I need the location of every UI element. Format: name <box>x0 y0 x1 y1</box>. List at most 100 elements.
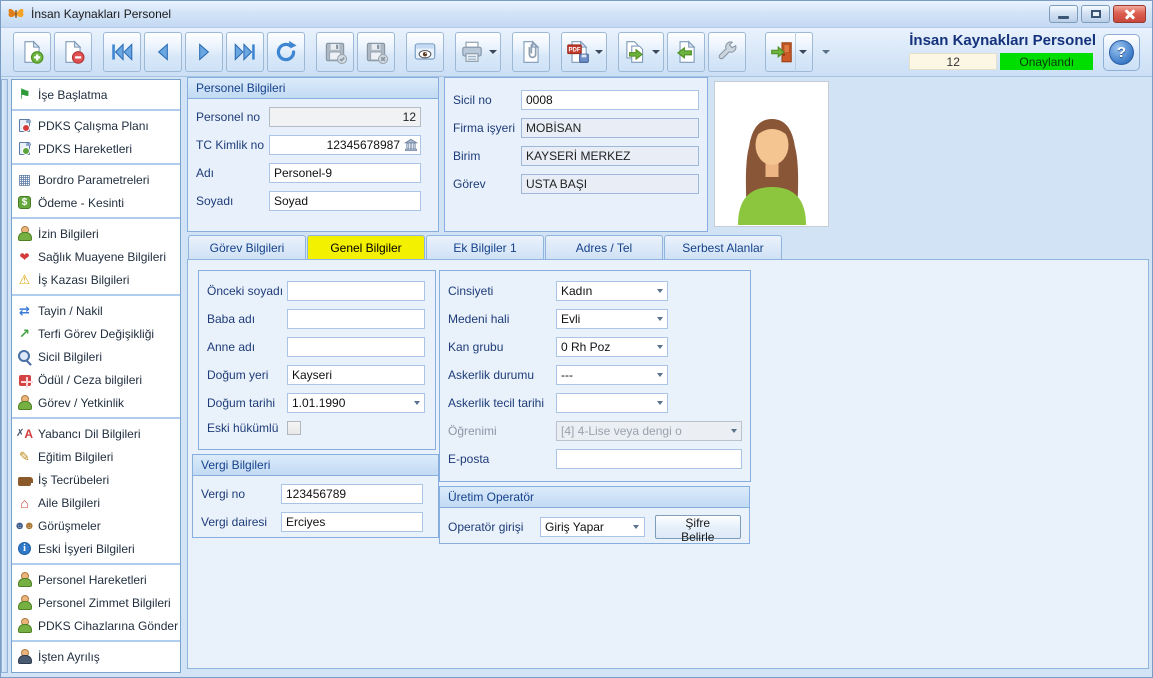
ogrenimi-select: [4] 4-Lise veya dengi o <box>556 421 742 441</box>
delete-record-button[interactable] <box>54 32 92 72</box>
vergi-dairesi-label: Vergi dairesi <box>201 515 281 529</box>
attachment-button[interactable] <box>512 32 550 72</box>
export-button[interactable] <box>618 32 664 72</box>
uretim-operator-header: Üretim Operatör <box>440 487 749 508</box>
sidebar-item-tayin-nakil[interactable]: Tayin / Nakil <box>12 299 180 322</box>
bank-building-icon[interactable] <box>404 138 418 152</box>
refresh-button[interactable] <box>267 32 305 72</box>
new-record-button[interactable] <box>13 32 51 72</box>
vergi-dairesi-input[interactable] <box>281 512 423 532</box>
soyadi-label: Soyadı <box>196 194 269 208</box>
last-record-button[interactable] <box>226 32 264 72</box>
pdf-dropdown-icon[interactable] <box>595 50 603 54</box>
adi-input[interactable] <box>269 163 421 183</box>
sidebar-item-ise-baslatma[interactable]: İşe Başlatma <box>12 83 180 106</box>
sidebar-group: Personel Hareketleri Personel Zimmet Bil… <box>12 565 180 642</box>
anne-adi-label: Anne adı <box>207 340 287 354</box>
sidebar-item-odul-ceza-bilgileri[interactable]: Ödül / Ceza bilgileri <box>12 368 180 391</box>
sidebar-item-egitim-bilgileri[interactable]: Eğitim Bilgileri <box>12 445 180 468</box>
dogum-tarihi-datepicker[interactable]: 1.01.1990 <box>287 393 425 413</box>
question-mark-icon: ? <box>1109 40 1134 65</box>
sidebar-item-saglik-muayene-bilgileri[interactable]: Sağlık Muayene Bilgileri <box>12 245 180 268</box>
sidebar-item-isten-ayrilis[interactable]: İşten Ayrılış <box>12 645 180 668</box>
tc-kimlik-input[interactable] <box>269 135 421 155</box>
tab-serbest-alanlar[interactable]: Serbest Alanlar <box>664 235 782 259</box>
askerlik-durumu-label: Askerlik durumu <box>448 368 556 382</box>
gorev-label: Görev <box>453 177 521 191</box>
sifre-belirle-button[interactable]: Şifre Belirle <box>655 515 741 539</box>
firma-isyeri-input <box>521 118 699 138</box>
sidebar-item-personel-hareketleri[interactable]: Personel Hareketleri <box>12 568 180 591</box>
eski-hukumlu-checkbox <box>287 421 301 435</box>
sidebar-item-pdks-hareketleri[interactable]: PDKS Hareketleri <box>12 137 180 160</box>
birim-label: Birim <box>453 149 521 163</box>
cinsiyeti-label: Cinsiyeti <box>448 284 556 298</box>
sidebar-item-yabanci-dil-bilgileri[interactable]: Yabancı Dil Bilgileri <box>12 422 180 445</box>
onceki-soyadi-input[interactable] <box>287 281 425 301</box>
anne-adi-input[interactable] <box>287 337 425 357</box>
help-button[interactable]: ? <box>1103 34 1140 71</box>
sidebar-item-sicil-bilgileri[interactable]: Sicil Bilgileri <box>12 345 180 368</box>
sidebar-item-izin-bilgileri[interactable]: İzin Bilgileri <box>12 222 180 245</box>
vergi-no-input[interactable] <box>281 484 423 504</box>
medeni-hali-select[interactable]: Evli <box>556 309 668 329</box>
settings-button[interactable] <box>708 32 746 72</box>
previous-record-button[interactable] <box>144 32 182 72</box>
dogum-yeri-input[interactable] <box>287 365 425 385</box>
soyadi-input[interactable] <box>269 191 421 211</box>
toolbar-overflow-icon[interactable] <box>822 50 830 54</box>
sidebar-item-pdks-calisma-plani[interactable]: PDKS Çalışma Planı <box>12 114 180 137</box>
sicil-no-input[interactable] <box>521 90 699 110</box>
askerlik-durumu-select[interactable]: --- <box>556 365 668 385</box>
sidebar-item-is-kazasi-bilgileri[interactable]: İş Kazası Bilgileri <box>12 268 180 291</box>
cinsiyeti-select[interactable]: Kadın <box>556 281 668 301</box>
female-avatar-icon <box>722 106 822 226</box>
person-icon <box>16 395 33 411</box>
close-button[interactable] <box>1113 5 1146 23</box>
kan-grubu-label: Kan grubu <box>448 340 556 354</box>
sidebar-item-is-tecrubeleri[interactable]: İş Tecrübeleri <box>12 468 180 491</box>
sidebar-item-terfi-gorev-degisikligi[interactable]: Terfi Görev Değişikliği <box>12 322 180 345</box>
demografik-bilgiler-group: Cinsiyeti Kadın Medeni hali Evli Kan gru… <box>439 270 751 482</box>
meeting-icon <box>16 518 33 534</box>
kan-grubu-select[interactable]: 0 Rh Poz <box>556 337 668 357</box>
sidebar-item-odeme-kesinti[interactable]: Ödeme - Kesinti <box>12 191 180 214</box>
tab-gorev-bilgileri[interactable]: Görev Bilgileri <box>188 235 306 259</box>
operator-girisi-select[interactable]: Giriş Yapar <box>540 517 645 537</box>
sidebar-item-bordro-parametreleri[interactable]: Bordro Parametreleri <box>12 168 180 191</box>
sidebar-item-gorev-yetkinlik[interactable]: Görev / Yetkinlik <box>12 391 180 414</box>
print-dropdown-icon[interactable] <box>489 50 497 54</box>
window-title: İnsan Kaynakları Personel <box>31 7 171 21</box>
preview-button[interactable] <box>406 32 444 72</box>
minimize-button[interactable] <box>1049 5 1078 23</box>
sidebar-item-personel-zimmet-bilgileri[interactable]: Personel Zimmet Bilgileri <box>12 591 180 614</box>
personnel-photo[interactable] <box>714 81 829 227</box>
maximize-icon <box>1091 10 1101 18</box>
sicil-panel: Sicil no Firma işyeri Birim Görev <box>444 77 708 232</box>
print-button[interactable] <box>455 32 501 72</box>
tab-ek-bilgiler-1[interactable]: Ek Bilgiler 1 <box>426 235 544 259</box>
person-icon <box>16 226 33 242</box>
onceki-soyadi-label: Önceki soyadı <box>207 284 287 298</box>
maximize-button[interactable] <box>1081 5 1110 23</box>
exit-dropdown-icon[interactable] <box>795 32 809 72</box>
clipboard-red-icon <box>19 119 30 132</box>
askerlik-tecil-tarihi-datepicker[interactable] <box>556 393 668 413</box>
export-dropdown-icon[interactable] <box>652 50 660 54</box>
exit-button[interactable] <box>765 32 813 72</box>
first-record-button[interactable] <box>103 32 141 72</box>
sidebar-item-pdks-cihazlarina-gonder[interactable]: PDKS Cihazlarına Gönder <box>12 614 180 637</box>
sidebar-item-eski-isyeri-bilgileri[interactable]: Eski İşyeri Bilgileri <box>12 537 180 560</box>
family-icon <box>16 495 33 511</box>
import-button[interactable] <box>667 32 705 72</box>
next-record-button[interactable] <box>185 32 223 72</box>
baba-adi-input[interactable] <box>287 309 425 329</box>
tab-adres-tel[interactable]: Adres / Tel <box>545 235 663 259</box>
briefcase-icon <box>18 477 31 486</box>
sidebar-item-aile-bilgileri[interactable]: Aile Bilgileri <box>12 491 180 514</box>
sidebar-splitter[interactable] <box>1 79 8 673</box>
tab-genel-bilgiler[interactable]: Genel Bilgiler <box>307 235 425 259</box>
eposta-input[interactable] <box>556 449 742 469</box>
save-pdf-button[interactable]: PDF <box>561 32 607 72</box>
sidebar-item-gorusmeler[interactable]: Görüşmeler <box>12 514 180 537</box>
